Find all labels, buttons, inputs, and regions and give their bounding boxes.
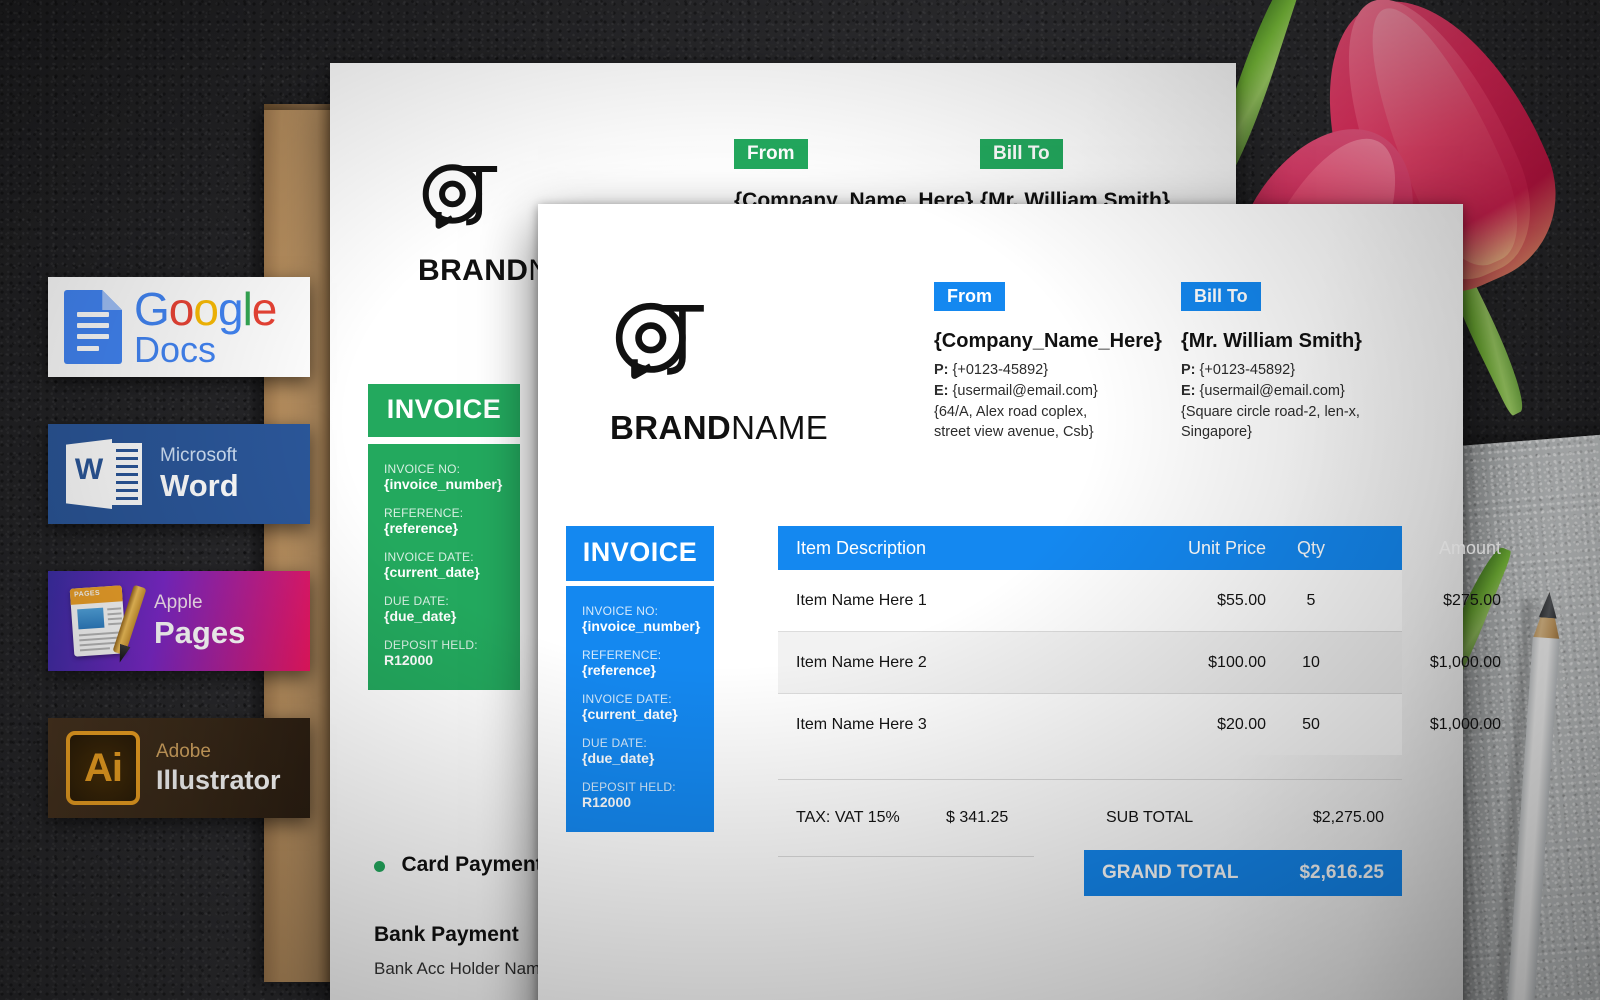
scene-vignette bbox=[0, 0, 1600, 1000]
mockup-scene: BRANDNAME From {Company_Name_Here} Bill … bbox=[0, 0, 1600, 1000]
